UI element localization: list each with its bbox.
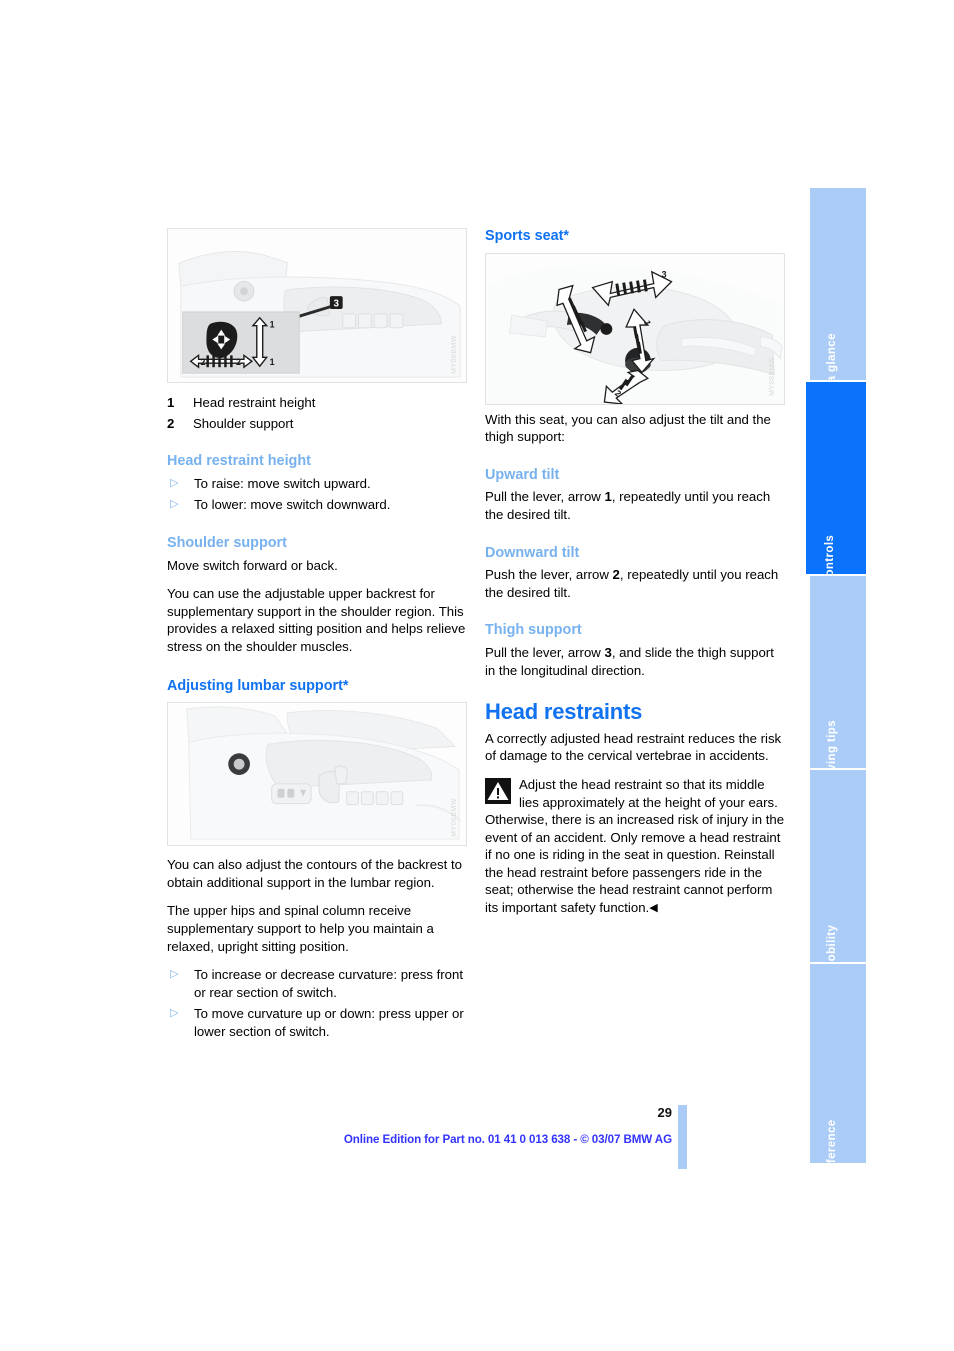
manual-page: At a glance Controls Driving tips Mobili… <box>0 0 954 1351</box>
warning-triangle-icon <box>485 777 511 804</box>
warning-text: Adjust the head restraint so that its mi… <box>485 776 785 916</box>
page-number: 29 <box>657 1105 672 1120</box>
seat-switch-drawing: 3 1 1 2 2 <box>168 229 466 382</box>
svg-text:1: 1 <box>270 320 275 330</box>
seat-switch-legend: 1 Head restraint height 2 Shoulder suppo… <box>167 394 467 432</box>
lumbar-support-illustration: MY08BMW <box>167 702 467 847</box>
index-tab-rail: At a glance Controls Driving tips Mobili… <box>806 188 866 1179</box>
triangle-bullet-icon: ▷ <box>170 1007 179 1020</box>
thigh-support-paragraph: Pull the lever, arrow 3, and slide the t… <box>485 644 785 679</box>
svg-text:3: 3 <box>662 269 667 279</box>
upward-tilt-text-before: Pull the lever, arrow <box>485 489 605 505</box>
sports-seat-intro: With this seat, you can also adjust the … <box>485 411 771 445</box>
footer-edition-note: Online Edition for Part no. 01 41 0 013 … <box>343 1133 672 1146</box>
figure-watermark: MY08BMW <box>769 356 777 396</box>
lumbar-support-drawing <box>169 703 465 846</box>
figure-watermark: MY08BMW <box>451 335 459 374</box>
index-tab-controls[interactable]: Controls <box>806 382 866 585</box>
svg-text:2: 2 <box>236 357 241 367</box>
bullet-item: ▷ To move curvature up or down: press up… <box>167 1005 467 1040</box>
bullet-text: To lower: move switch downward. <box>194 497 391 513</box>
downward-tilt-paragraph: Push the lever, arrow 2, repeatedly unti… <box>485 566 785 601</box>
bullet-item: ▷ To raise: move switch upward. <box>167 475 467 493</box>
legend-label: Head restraint height <box>193 395 316 410</box>
subheading-downward-tilt: Downward tilt <box>485 544 580 561</box>
triangle-bullet-icon: ▷ <box>170 498 179 511</box>
subheading-adjusting-lumbar-support: Adjusting lumbar support* <box>167 677 349 694</box>
subheading-sports-seat: Sports seat* <box>485 228 569 244</box>
bullet-text: To raise: move switch upward. <box>194 475 371 491</box>
sports-seat-drawing: 3 1 2 <box>487 253 783 404</box>
legend-number: 1 <box>167 395 175 410</box>
subheading-thigh-support: Thigh support <box>485 622 582 639</box>
bullet-text: To increase or decrease curvature: press… <box>194 967 464 1000</box>
downward-tilt-arrow-number: 2 <box>612 567 620 583</box>
subheading-head-restraint-height: Head restraint height <box>167 453 311 470</box>
svg-text:2: 2 <box>201 357 206 367</box>
index-tab-label: Reference <box>826 1119 838 1179</box>
triangle-bullet-icon: ▷ <box>170 476 179 489</box>
head-restraint-height-bullets: ▷ To raise: move switch upward. ▷ To low… <box>167 475 467 514</box>
bullet-item: ▷ To increase or decrease curvature: pre… <box>167 966 467 1001</box>
legend-label: Shoulder support <box>193 415 294 431</box>
legend-item: 1 Head restraint height <box>167 394 467 412</box>
lumbar-paragraph-2: The upper hips and spinal column receive… <box>167 903 434 954</box>
thigh-support-arrow-number: 3 <box>604 644 612 660</box>
triangle-bullet-icon: ▷ <box>170 968 179 981</box>
legend-number: 2 <box>167 415 175 431</box>
right-column: Sports seat* 3 1 2 MY08BMW With this sea… <box>485 228 785 929</box>
index-tab-mobility[interactable]: Mobility <box>810 770 866 971</box>
footer-accent-bar <box>678 1105 687 1169</box>
section-heading-head-restraints: Head restraints <box>485 699 643 725</box>
index-tab-at-a-glance[interactable]: At a glance <box>810 188 866 399</box>
subheading-shoulder-support: Shoulder support <box>167 534 287 551</box>
svg-text:3: 3 <box>334 298 340 309</box>
warning-note: Adjust the head restraint so that its mi… <box>485 776 785 919</box>
bullet-item: ▷ To lower: move switch downward. <box>167 496 467 514</box>
subheading-upward-tilt: Upward tilt <box>485 466 560 483</box>
upward-tilt-paragraph: Pull the lever, arrow 1, repeatedly unti… <box>485 488 785 523</box>
bullet-text: To move curvature up or down: press uppe… <box>194 1006 464 1039</box>
figure-watermark: MY08BMW <box>451 798 459 838</box>
warning-end-marker: ◀ <box>649 902 658 915</box>
thigh-support-text-before: Pull the lever, arrow <box>485 644 605 660</box>
index-tab-driving-tips[interactable]: Driving tips <box>810 576 866 788</box>
left-column: 3 1 1 2 2 MY08BMW 1 Head restraint heigh… <box>167 228 467 1048</box>
lumbar-paragraph-1: You can also adjust the contours of the … <box>167 857 462 890</box>
warning-triangle-glyph <box>485 777 511 804</box>
shoulder-support-paragraph-1: Move switch forward or back. <box>167 557 338 573</box>
head-restraints-intro: A correctly adjusted head restraint redu… <box>485 730 782 764</box>
seat-switch-illustration: 3 1 1 2 2 MY08BMW <box>167 228 467 383</box>
index-tab-reference[interactable]: Reference <box>810 964 866 1179</box>
svg-text:1: 1 <box>270 357 275 367</box>
sports-seat-illustration: 3 1 2 MY08BMW <box>485 252 785 405</box>
legend-item: 2 Shoulder support <box>167 415 467 433</box>
upward-tilt-arrow-number: 1 <box>604 489 612 505</box>
lumbar-support-bullets: ▷ To increase or decrease curvature: pre… <box>167 966 467 1040</box>
downward-tilt-text-before: Push the lever, arrow <box>485 567 613 583</box>
shoulder-support-paragraph-2: You can use the adjustable upper backres… <box>167 586 466 654</box>
